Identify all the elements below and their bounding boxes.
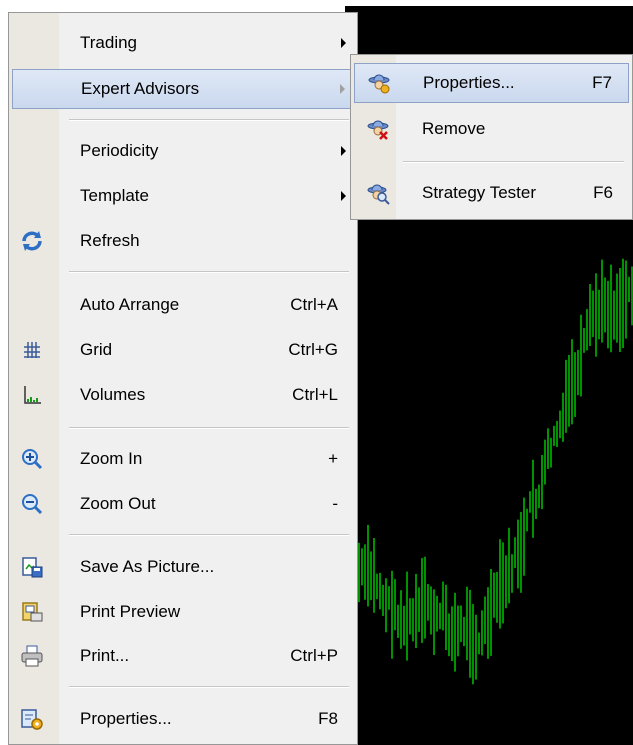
menu-shortcut: Ctrl+L	[292, 385, 338, 404]
menu-item-label: Template	[80, 186, 149, 205]
menu-shortcut: Ctrl+G	[288, 340, 338, 359]
menu-separator	[69, 119, 349, 121]
expert-advisors-submenu: Properties... F7 Remove Strategy Tester …	[350, 54, 633, 220]
menu-item-label: Save As Picture...	[80, 557, 215, 576]
menu-item-print-preview[interactable]: Print Preview	[12, 592, 354, 632]
menu-shortcut: F7	[592, 73, 612, 92]
zoom-out-icon	[22, 494, 43, 515]
menu-item-expert-advisors[interactable]: Expert Advisors	[12, 69, 354, 109]
menu-item-template[interactable]: Template	[12, 176, 354, 216]
menu-shortcut: +	[328, 449, 338, 468]
menu-separator	[69, 271, 349, 273]
menu-item-zoom-out[interactable]: Zoom Out -	[12, 484, 354, 524]
menu-shortcut: Ctrl+A	[290, 295, 338, 314]
menu-item-trading[interactable]: Trading	[12, 23, 354, 63]
submenu-arrow-icon	[341, 191, 346, 201]
expert-properties-icon	[368, 74, 390, 94]
menu-item-properties[interactable]: Properties... F8	[12, 699, 354, 739]
menu-item-label: Strategy Tester	[422, 183, 537, 202]
menu-item-expert-properties[interactable]: Properties... F7	[354, 63, 629, 103]
refresh-icon	[22, 231, 42, 251]
menu-separator	[69, 686, 349, 688]
menu-item-label: Print...	[80, 646, 130, 665]
menu-item-label: Properties...	[423, 73, 515, 92]
menu-item-label: Zoom Out	[80, 494, 156, 513]
menu-item-print[interactable]: Print... Ctrl+P	[12, 636, 354, 676]
menu-item-label: Auto Arrange	[80, 295, 180, 314]
menu-item-label: Volumes	[80, 385, 146, 404]
menu-item-label: Grid	[80, 340, 113, 359]
menu-item-label: Print Preview	[80, 602, 181, 621]
menu-item-label: Remove	[422, 119, 486, 138]
properties-icon	[21, 709, 43, 730]
menu-item-expert-remove[interactable]: Remove	[354, 109, 629, 149]
menu-item-label: Refresh	[80, 231, 140, 250]
zoom-in-icon	[22, 449, 43, 470]
expert-remove-icon	[367, 120, 389, 140]
menu-item-auto-arrange[interactable]: Auto Arrange Ctrl+A	[12, 285, 354, 325]
menu-item-label: Properties...	[80, 709, 172, 728]
menu-shortcut: F6	[593, 183, 613, 202]
submenu-arrow-icon	[341, 38, 346, 48]
submenu-arrow-icon	[341, 146, 346, 156]
menu-separator	[69, 427, 349, 429]
menu-item-refresh[interactable]: Refresh	[12, 221, 354, 261]
volumes-icon	[24, 386, 41, 404]
menu-item-zoom-in[interactable]: Zoom In +	[12, 439, 354, 479]
menu-item-periodicity[interactable]: Periodicity	[12, 131, 354, 171]
menu-item-save-as-picture[interactable]: Save As Picture...	[12, 547, 354, 587]
printer-icon	[21, 645, 43, 667]
menu-separator	[69, 534, 349, 536]
save-picture-icon	[22, 557, 43, 578]
menu-shortcut: F8	[318, 709, 338, 728]
menu-item-strategy-tester[interactable]: Strategy Tester F6	[354, 173, 629, 213]
menu-shortcut: -	[332, 494, 338, 513]
menu-item-grid[interactable]: Grid Ctrl+G	[12, 330, 354, 370]
grid-icon	[24, 342, 40, 358]
menu-item-label: Trading	[80, 33, 138, 52]
print-preview-icon	[22, 602, 43, 622]
chart-context-menu: Trading Expert Advisors Periodicity Temp…	[8, 12, 358, 745]
menu-item-label: Expert Advisors	[81, 79, 200, 98]
menu-shortcut: Ctrl+P	[290, 646, 338, 665]
strategy-tester-icon	[367, 184, 390, 205]
submenu-arrow-icon	[340, 84, 345, 94]
menu-item-volumes[interactable]: Volumes Ctrl+L	[12, 375, 354, 415]
menu-item-label: Periodicity	[80, 141, 159, 160]
menu-item-label: Zoom In	[80, 449, 143, 468]
menu-separator	[403, 161, 624, 163]
